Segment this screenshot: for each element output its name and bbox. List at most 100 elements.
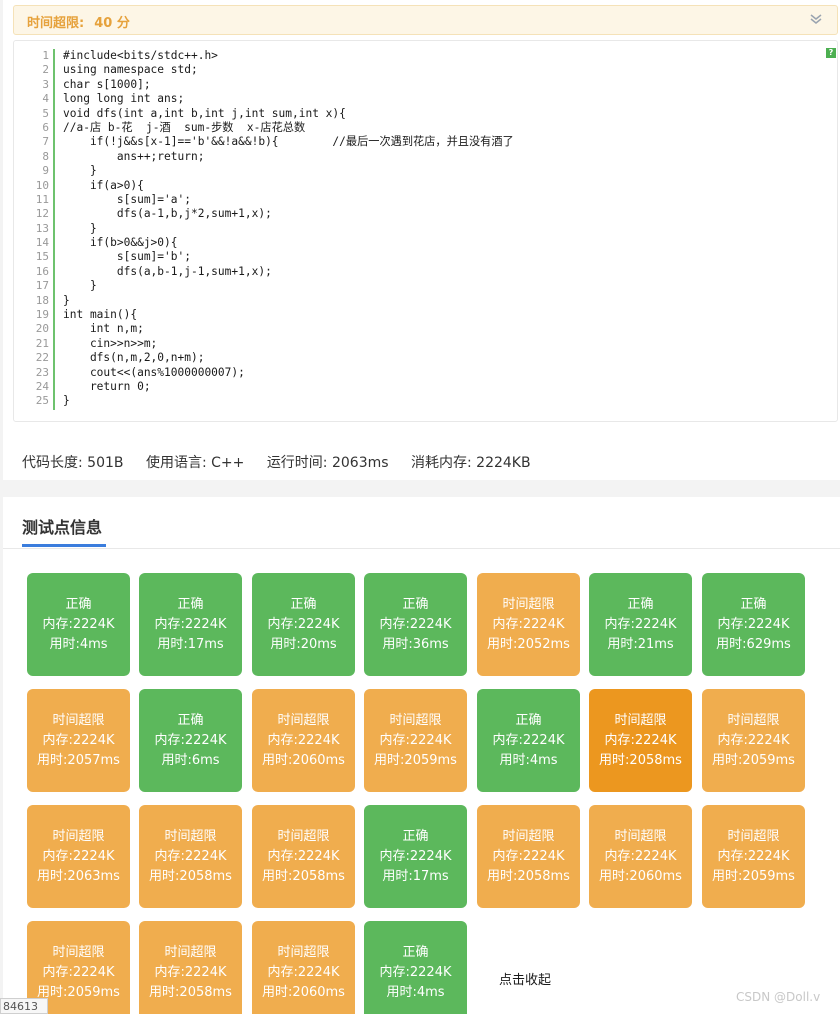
line-number: 24 [35,379,49,393]
test-point-tile[interactable]: 正确 内存:2224K 用时:17ms [139,573,242,676]
test-point-status: 时间超限 [277,713,330,728]
section-title[interactable]: 测试点信息 [22,514,102,538]
test-point-status: 正确 [177,713,204,728]
line-number: 15 [35,250,49,264]
test-point-memory: 内存:2224K [717,733,790,748]
test-point-memory: 内存:2224K [604,617,677,632]
test-point-time: 用时:2058ms [149,869,232,884]
test-point-time: 用时:2052ms [487,637,570,652]
line-number: 25 [35,394,49,408]
test-point-memory: 内存:2224K [42,965,115,980]
test-point-tile[interactable]: 时间超限 内存:2224K 用时:2052ms [477,573,580,676]
test-point-tile[interactable]: 时间超限 内存:2224K 用时:2060ms [252,921,355,1014]
line-number: 9 [42,164,49,178]
code-line: int main(){ [63,308,138,322]
code-line: void dfs(int a,int b,int j,int sum,int x… [63,106,346,120]
code-line: if(!j&&s[x-1]=='b'&&!a&&!b){ //最后一次遇到花店，… [63,135,514,149]
submission-card: 时间超限: 40 分 1 2 3 4 5 6 7 8 9 10 11 12 13 14 15 16 17 18 19 2… [3,0,840,480]
test-point-memory: 内存:2224K [267,849,340,864]
test-point-tile[interactable]: 时间超限 内存:2224K 用时:2059ms [364,689,467,792]
line-number: 17 [35,279,49,293]
test-point-memory: 内存:2224K [154,733,227,748]
code-viewer[interactable]: 1 2 3 4 5 6 7 8 9 10 11 12 13 14 15 16 17 18 19 20 21 22 23 24 2… [13,40,838,422]
code-line: s[sum]='a'; [63,192,191,206]
line-number: 20 [35,322,49,336]
test-point-time: 用时:4ms [499,753,558,768]
test-point-memory: 内存:2224K [492,617,565,632]
collapse-link[interactable]: 点击收起 [499,969,551,988]
line-number: 6 [42,120,49,134]
test-point-time: 用时:2058ms [262,869,345,884]
test-point-status: 时间超限 [52,829,105,844]
code-line: using namespace std; [63,63,198,77]
test-point-status: 时间超限 [614,829,667,844]
test-point-tile[interactable]: 正确 内存:2224K 用时:4ms [477,689,580,792]
test-point-tile[interactable]: 正确 内存:2224K 用时:17ms [364,805,467,908]
test-point-status: 时间超限 [52,945,105,960]
test-point-time: 用时:629ms [716,637,791,652]
test-point-tile[interactable]: 正确 内存:2224K 用时:4ms [364,921,467,1014]
test-point-tile[interactable]: 正确 内存:2224K 用时:6ms [139,689,242,792]
code-line: } [63,164,97,178]
test-point-status: 时间超限 [502,829,555,844]
time-limit-label: 时间超限: [27,16,85,31]
test-point-tile[interactable]: 时间超限 内存:2224K 用时:2057ms [27,689,130,792]
code-line: dfs(a-1,b,j*2,sum+1,x); [63,207,272,221]
test-point-tile[interactable]: 正确 内存:2224K 用时:4ms [27,573,130,676]
test-point-memory: 内存:2224K [42,733,115,748]
test-point-time: 用时:2058ms [599,753,682,768]
language: 使用语言: C++ [145,455,245,471]
code-line: if(b>0&&j>0){ [63,236,178,250]
line-number: 22 [35,351,49,365]
line-number-gutter: 1 2 3 4 5 6 7 8 9 10 11 12 13 14 15 16 17 18 19 20 21 22 23 24 2… [34,49,55,410]
test-point-memory: 内存:2224K [492,733,565,748]
code-line: cout<<(ans%1000000007); [63,365,245,379]
test-point-tile[interactable]: 时间超限 内存:2224K 用时:2059ms [702,689,805,792]
page: 时间超限: 40 分 1 2 3 4 5 6 7 8 9 10 11 12 13 14 15 16 17 18 19 2… [0,0,840,1014]
code-line: char s[1000]; [63,77,151,91]
test-point-memory: 内存:2224K [42,617,115,632]
test-point-time: 用时:21ms [607,637,674,652]
code-line: //a-店 b-花 j-酒 sum-步数 x-店花总数 [63,120,306,134]
test-point-memory: 内存:2224K [267,617,340,632]
test-point-tile[interactable]: 时间超限 内存:2224K 用时:2059ms [702,805,805,908]
code-line: } [63,394,70,408]
test-point-time: 用时:36ms [382,637,449,652]
line-number: 7 [42,135,49,149]
test-point-tile[interactable]: 正确 内存:2224K 用时:36ms [364,573,467,676]
test-point-memory: 内存:2224K [42,849,115,864]
double-chevron-down-icon[interactable] [807,10,825,28]
test-point-tile[interactable]: 正确 内存:2224K 用时:629ms [702,573,805,676]
test-point-tile[interactable]: 时间超限 内存:2224K 用时:2058ms [589,689,692,792]
test-point-status: 时间超限 [277,945,330,960]
code-line: #include<bits/stdc++.h> [63,49,218,62]
test-point-tile[interactable]: 时间超限 内存:2224K 用时:2058ms [252,805,355,908]
test-point-tile[interactable]: 正确 内存:2224K 用时:20ms [252,573,355,676]
test-point-tile[interactable]: 时间超限内存:2224K 用时:2060ms [589,805,692,908]
help-icon[interactable]: ? [826,48,836,58]
test-point-memory: 内存:2224K [379,849,452,864]
test-point-status: 正确 [402,829,429,844]
line-number: 3 [42,77,49,91]
test-point-memory: 内存:2224K [492,849,565,864]
code-line: } [63,293,70,307]
test-point-tile[interactable]: 时间超限 内存:2224K 用时:2058ms [139,805,242,908]
test-point-tile[interactable]: 时间超限 内存:2224K 用时:2058ms [139,921,242,1014]
line-number: 12 [35,207,49,221]
test-point-status: 时间超限 [52,713,105,728]
test-point-tile[interactable]: 时间超限 内存:2224K 用时:2058ms [477,805,580,908]
code-length: 代码长度: 501B [22,455,124,471]
line-number: 16 [35,264,49,278]
code-line: if(a>0){ [63,178,144,192]
test-point-tile[interactable]: 正确 内存:2224K 用时:21ms [589,573,692,676]
test-point-memory: 内存:2224K [267,733,340,748]
test-point-tile[interactable]: 时间超限 内存:2224K 用时:2060ms [252,689,355,792]
code-line: } [63,279,97,293]
test-point-time: 用时:2059ms [712,753,795,768]
test-point-time: 用时:2060ms [599,869,682,884]
run-time: 运行时间: 2063ms [266,455,389,471]
code-line: dfs(a,b-1,j-1,sum+1,x); [63,264,272,278]
test-point-tile[interactable]: 时间超限 内存:2224K 用时:2063ms [27,805,130,908]
test-point-memory: 内存:2224K [604,849,677,864]
test-point-time: 用时:20ms [270,637,337,652]
